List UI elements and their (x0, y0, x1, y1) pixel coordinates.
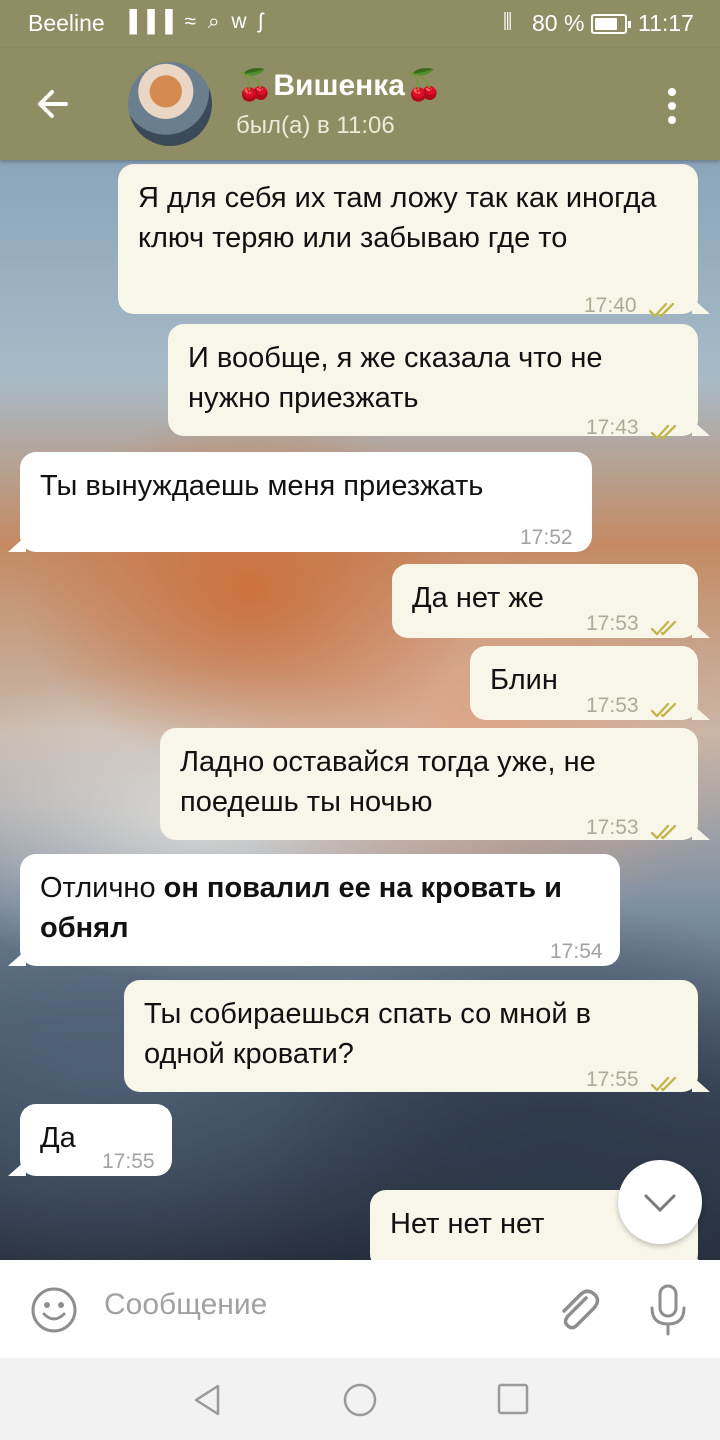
double-check-icon (650, 690, 684, 718)
attach-button[interactable] (552, 1284, 602, 1336)
microphone-icon (650, 1284, 686, 1336)
double-check-icon (650, 412, 684, 440)
voice-message-button[interactable] (646, 1282, 690, 1338)
more-options-button[interactable] (660, 86, 684, 126)
arrow-left-icon (38, 90, 68, 118)
bubble-tail (8, 536, 26, 552)
message-time: 17:43 (586, 416, 639, 439)
battery-fill (595, 18, 618, 30)
incoming-message[interactable]: Отлично он повалил ее на кровать и обнял… (8, 854, 620, 966)
bubble-tail (692, 1076, 710, 1092)
avatar[interactable] (128, 62, 212, 146)
bubble-tail (692, 622, 710, 638)
incoming-message[interactable]: Ты вынуждаешь меня приезжать 17:52 (8, 452, 592, 552)
message-text-plain: И вообще, я же сказала что не нужно прие… (188, 342, 603, 414)
message-input-bar: Сообщение (0, 1260, 720, 1358)
message-time: 17:53 (586, 694, 639, 717)
message-text-plain: Отлично (40, 872, 164, 904)
system-nav-bar (0, 1358, 720, 1440)
square-recents-icon[interactable] (496, 1382, 530, 1416)
message-time: 17:54 (550, 940, 603, 963)
carrier-label: Beeline (28, 10, 105, 36)
battery-icon (591, 14, 631, 34)
message-time: 17:53 (586, 612, 639, 635)
message-text: Я для себя их там ложу так как иногда кл… (138, 178, 678, 258)
bubble-tail (692, 704, 710, 720)
triangle-back-icon[interactable] (190, 1382, 224, 1418)
menu-dot (668, 116, 676, 124)
incoming-message[interactable]: Да 17:55 (8, 1104, 172, 1176)
message-text-plain: Ладно оставайся тогда уже, не поедешь ты… (180, 746, 596, 818)
outgoing-message[interactable]: Ладно оставайся тогда уже, не поедешь ты… (160, 728, 710, 840)
chat-header: 🍒Вишенка🍒 был(а) в 11:06 (0, 48, 720, 160)
status-icons: ▐▐▐ ≈ ⌕ w ʃ (122, 10, 267, 33)
bubble-tail (692, 824, 710, 840)
outgoing-message[interactable]: И вообще, я же сказала что не нужно прие… (168, 324, 710, 440)
message-time: 17:52 (520, 526, 573, 549)
status-bar: Beeline ▐▐▐ ≈ ⌕ w ʃ ⫼ 80 % 11:17 (0, 0, 720, 48)
bubble-tail (692, 298, 710, 314)
emoji-button[interactable] (30, 1286, 78, 1334)
chevron-down-icon (644, 1194, 676, 1213)
outgoing-message[interactable]: Да нет же 17:53 (392, 564, 710, 638)
message-text-plain: Блин (490, 664, 558, 696)
double-check-icon (650, 608, 684, 636)
paperclip-icon (562, 1289, 600, 1330)
outgoing-message[interactable]: Блин 17:53 (470, 646, 710, 720)
message-input[interactable]: Сообщение (104, 1288, 267, 1322)
message-text-plain: Нет нет нет (390, 1208, 545, 1240)
double-check-icon (650, 812, 684, 840)
message-text-plain: Я для себя их там ложу так как иногда кл… (138, 182, 657, 254)
status-time: 11:17 (638, 10, 694, 36)
message-text-plain: Да (40, 1122, 76, 1154)
message-text-plain: Да нет же (412, 582, 544, 614)
back-button[interactable] (30, 82, 80, 126)
scroll-down-button[interactable] (618, 1160, 702, 1244)
bubble-tail (8, 950, 26, 966)
bubble-tail (692, 420, 710, 436)
message-time: 17:40 (584, 294, 637, 317)
message-text-plain: Ты вынуждаешь меня приезжать (40, 470, 484, 502)
message-time: 17:53 (586, 816, 639, 839)
contact-name[interactable]: 🍒Вишенка🍒 (236, 68, 442, 103)
message-text: Отлично он повалил ее на кровать и обнял (40, 868, 600, 948)
chat-background[interactable]: Я для себя их там ложу так как иногда кл… (0, 160, 720, 1260)
smiley-icon (31, 1287, 77, 1333)
circle-home-icon[interactable] (342, 1382, 378, 1418)
more-vertical-icon (668, 88, 676, 96)
vibration-icon: ⫼ (503, 11, 513, 33)
outgoing-message[interactable]: Ты собираешься спать со мной в одной кро… (124, 980, 710, 1092)
battery-percent: 80 % (532, 10, 585, 36)
message-text: И вообще, я же сказала что не нужно прие… (188, 338, 678, 418)
double-check-icon (648, 290, 682, 318)
menu-dot (668, 102, 676, 110)
message-time: 17:55 (586, 1068, 639, 1091)
bubble-tail (8, 1160, 26, 1176)
double-check-icon (650, 1064, 684, 1092)
message-time: 17:55 (102, 1150, 155, 1173)
message-text: Ты вынуждаешь меня приезжать (40, 466, 572, 506)
last-seen-status: был(а) в 11:06 (236, 112, 395, 139)
outgoing-message[interactable]: Я для себя их там ложу так как иногда кл… (118, 164, 710, 318)
message-text-plain: Ты собираешься спать со мной в одной кро… (144, 998, 592, 1070)
